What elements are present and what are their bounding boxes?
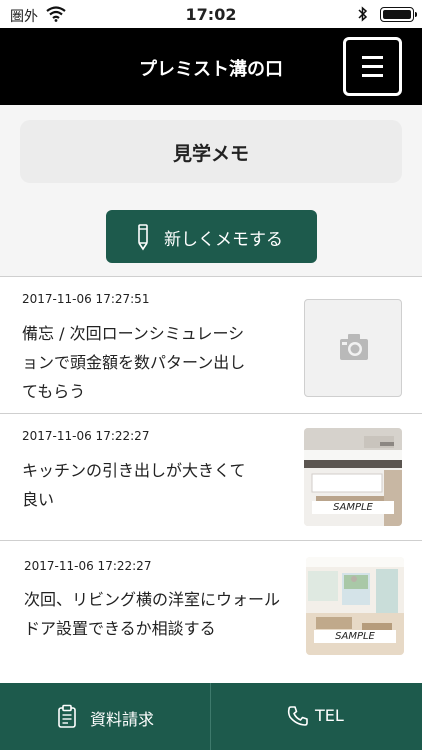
memo-date: 2017-11-06 17:22:27 bbox=[24, 559, 152, 573]
bottom-action-bar: 資料請求 TEL bbox=[0, 683, 422, 750]
camera-icon bbox=[338, 332, 370, 366]
phone-icon bbox=[287, 705, 309, 731]
memo-text: 次回、リビング横の洋室にウォールドア設置できるか相談する bbox=[24, 590, 281, 638]
memo-item[interactable]: 2017-11-06 17:27:51 備忘 / 次回ローンシミュレーションで頭… bbox=[0, 276, 422, 413]
menu-button[interactable] bbox=[343, 37, 402, 96]
new-memo-button[interactable]: 新しくメモする bbox=[106, 210, 317, 263]
memo-date: 2017-11-06 17:22:27 bbox=[22, 429, 150, 443]
hamburger-icon bbox=[362, 56, 383, 59]
new-memo-label: 新しくメモする bbox=[164, 230, 283, 250]
memo-text: 備忘 / 次回ローンシミュレーションで頭金額を数パターン出してもらう bbox=[22, 324, 246, 401]
battery-icon bbox=[380, 7, 417, 22]
request-documents-label: 資料請求 bbox=[90, 710, 155, 729]
memo-text: キッチンの引き出しが大きくて良い bbox=[22, 461, 246, 509]
sample-label: SAMPLE bbox=[312, 501, 394, 514]
status-bar: 圏外 17:02 bbox=[0, 0, 422, 28]
tel-button[interactable]: TEL bbox=[211, 683, 422, 750]
bluetooth-icon bbox=[358, 6, 368, 26]
memo-date: 2017-11-06 17:27:51 bbox=[22, 292, 150, 306]
living-room-photo-thumbnail[interactable]: SAMPLE bbox=[306, 557, 404, 655]
memo-section-header: 見学メモ bbox=[20, 120, 402, 183]
memo-item[interactable]: 2017-11-06 17:22:27 次回、リビング横の洋室にウォールドア設置… bbox=[0, 540, 422, 683]
sample-label: SAMPLE bbox=[314, 630, 396, 643]
tel-label: TEL bbox=[315, 706, 344, 725]
kitchen-photo-thumbnail[interactable]: SAMPLE bbox=[304, 428, 402, 526]
clipboard-icon bbox=[57, 704, 77, 732]
request-documents-button[interactable]: 資料請求 bbox=[0, 683, 210, 750]
memo-item[interactable]: 2017-11-06 17:22:27 キッチンの引き出しが大きくて良い SAM… bbox=[0, 413, 422, 540]
memo-section-title: 見学メモ bbox=[172, 143, 249, 165]
pencil-icon bbox=[136, 223, 150, 255]
app-header: プレミスト溝の口 bbox=[0, 28, 422, 105]
memo-thumbnail[interactable] bbox=[304, 299, 402, 397]
